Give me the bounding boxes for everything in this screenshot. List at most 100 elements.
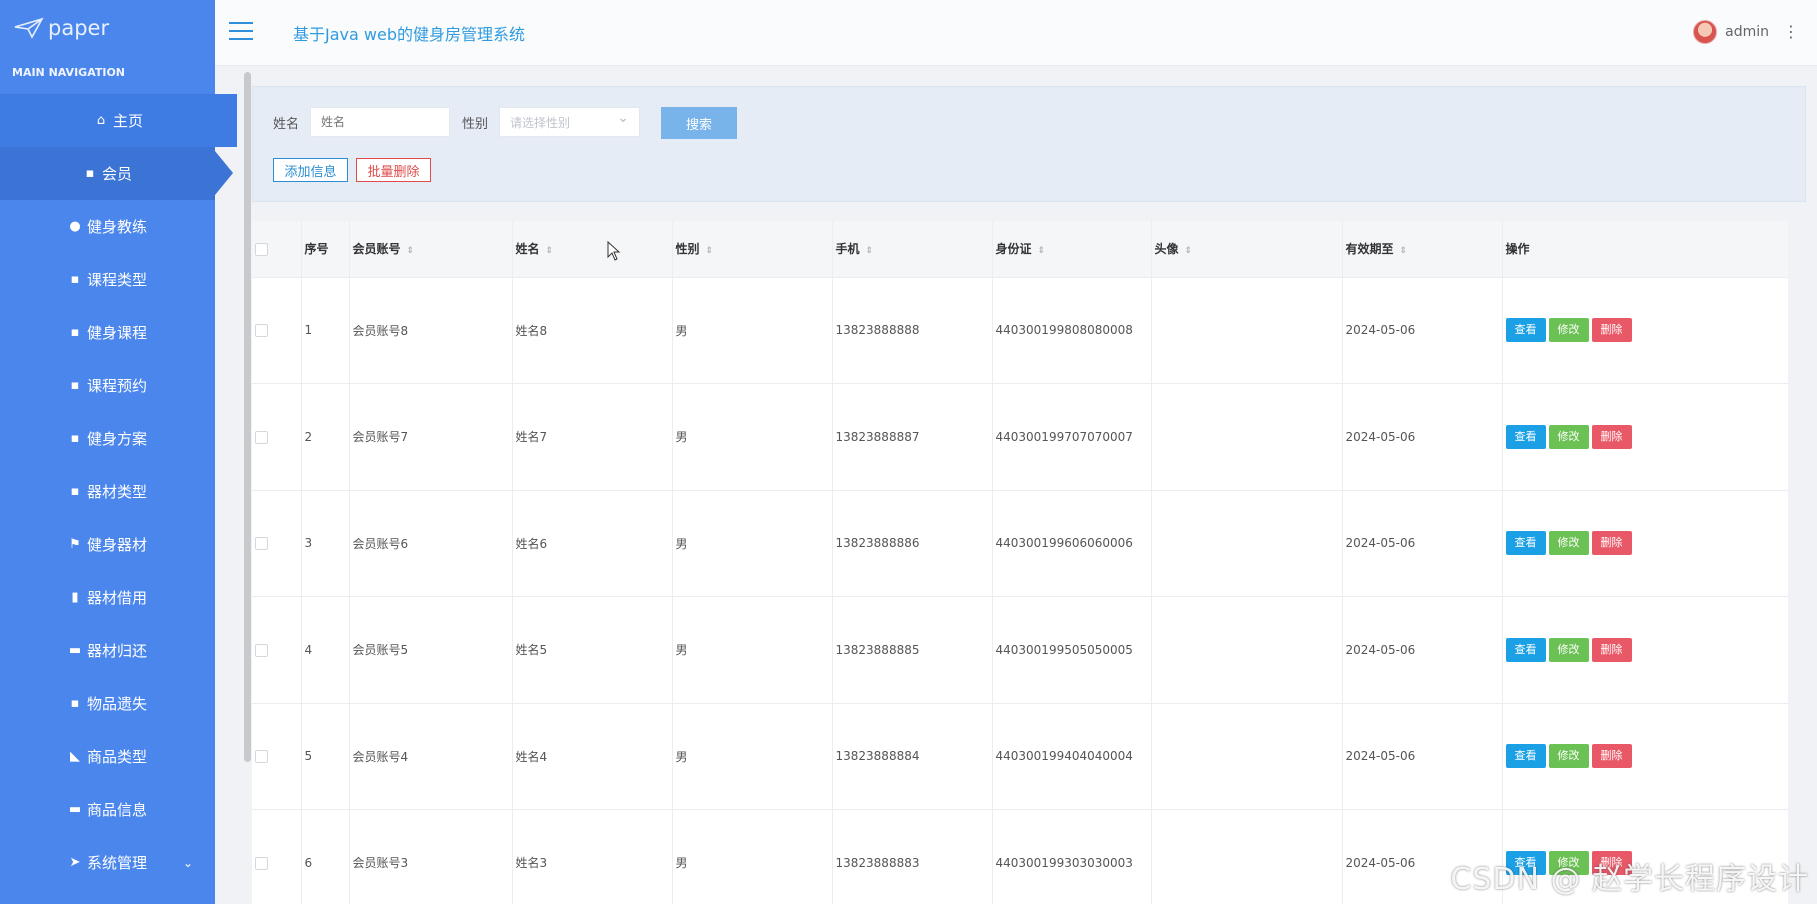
- sidebar-item-label: 商品信息: [86, 801, 147, 819]
- row-select-cell: [252, 383, 302, 491]
- avatar-cell: [1151, 277, 1343, 384]
- search-panel: 姓名 性别 请选择性别 搜索 添加信息 批量删除: [252, 86, 1806, 202]
- grid-icon: ▪: [70, 272, 80, 287]
- edit-button[interactable]: 修改: [1548, 531, 1589, 556]
- view-button[interactable]: 查看: [1505, 744, 1546, 769]
- expire-cell: 2024-05-06: [1342, 596, 1503, 704]
- id-card-cell: 440300199404040004: [992, 703, 1152, 810]
- sidebar-item-product-type[interactable]: ◣ 商品类型: [0, 730, 215, 783]
- gender-cell: 男: [672, 596, 833, 704]
- column-header-name[interactable]: 姓名 ⇕: [512, 221, 673, 278]
- column-header-account[interactable]: 会员账号 ⇕: [349, 221, 513, 278]
- sidebar-item-course-type[interactable]: ▪ 课程类型: [0, 253, 215, 306]
- table-row: 2 会员账号7 姓名7 男 13823888887 440300199707070007 2…: [252, 383, 1788, 491]
- thumbs-up-icon: ◣: [69, 749, 80, 764]
- logo[interactable]: paper: [0, 0, 215, 56]
- id-card-cell: 440300199303030003: [992, 809, 1152, 904]
- menu-toggle-icon[interactable]: [229, 22, 253, 42]
- view-button[interactable]: 查看: [1505, 424, 1546, 449]
- grid-icon: ▪: [70, 696, 80, 711]
- view-button[interactable]: 查看: [1505, 531, 1546, 556]
- edit-button[interactable]: 修改: [1548, 318, 1589, 343]
- sidebar-item-system[interactable]: ➤ 系统管理 ⌄: [0, 836, 215, 889]
- sidebar-item-coach[interactable]: ● 健身教练: [0, 200, 215, 253]
- column-header-gender[interactable]: 性别 ⇕: [672, 221, 833, 278]
- sidebar-item-member[interactable]: ▪ 会员: [0, 147, 233, 200]
- user-name[interactable]: admin: [1725, 24, 1769, 40]
- column-header-expire[interactable]: 有效期至 ⇕: [1342, 221, 1503, 278]
- sidebar-item-booking[interactable]: ▪ 课程预约: [0, 359, 215, 412]
- phone-cell: 13823888885: [832, 596, 993, 704]
- edit-button[interactable]: 修改: [1548, 637, 1589, 662]
- gender-cell: 男: [672, 383, 833, 491]
- name-input[interactable]: [310, 107, 450, 137]
- row-checkbox[interactable]: [255, 324, 268, 338]
- row-checkbox[interactable]: [255, 537, 268, 551]
- sidebar-item-plan[interactable]: ▪ 健身方案: [0, 412, 215, 465]
- phone-cell: 13823888887: [832, 383, 993, 491]
- row-checkbox[interactable]: [255, 750, 268, 764]
- delete-button[interactable]: 删除: [1591, 744, 1632, 769]
- sidebar-item-equipment-type[interactable]: ▪ 器材类型: [0, 465, 215, 518]
- delete-button[interactable]: 删除: [1591, 424, 1632, 449]
- edit-button[interactable]: 修改: [1548, 744, 1589, 769]
- sidebar-scrollbar[interactable]: [244, 72, 251, 762]
- sort-icon[interactable]: ⇕: [1185, 246, 1193, 256]
- logo-text: paper: [48, 16, 110, 40]
- sidebar-item-borrow[interactable]: ▮ 器材借用: [0, 571, 215, 624]
- gender-cell: 男: [672, 277, 833, 384]
- sidebar-item-course[interactable]: ▪ 健身课程: [0, 306, 215, 359]
- sort-icon[interactable]: ⇕: [546, 246, 554, 256]
- sidebar-item-return[interactable]: ▬ 器材归还: [0, 624, 215, 677]
- edit-button[interactable]: 修改: [1548, 424, 1589, 449]
- select-all-checkbox[interactable]: [255, 242, 268, 256]
- id-card-cell: 440300199505050005: [992, 596, 1152, 704]
- row-checkbox[interactable]: [255, 643, 268, 657]
- sidebar-item-home[interactable]: ⌂ 主页: [0, 94, 237, 147]
- account-cell: 会员账号3: [349, 809, 513, 904]
- user-menu[interactable]: admin ⋮: [1693, 20, 1799, 44]
- column-header-label: 序号: [304, 242, 329, 257]
- sidebar-item-label: 健身器材: [86, 536, 147, 554]
- sort-icon[interactable]: ⇕: [866, 246, 874, 256]
- more-vertical-icon[interactable]: ⋮: [1783, 24, 1799, 40]
- batch-delete-button[interactable]: 批量删除: [356, 158, 431, 182]
- row-select-cell: [252, 277, 302, 384]
- gender-select[interactable]: 请选择性别: [499, 107, 640, 137]
- row-checkbox[interactable]: [255, 856, 268, 870]
- search-button[interactable]: 搜索: [661, 107, 737, 139]
- column-header-avatar[interactable]: 头像 ⇕: [1151, 221, 1343, 278]
- add-button[interactable]: 添加信息: [273, 158, 348, 182]
- sidebar-item-lost[interactable]: ▪ 物品遗失: [0, 677, 215, 730]
- view-button[interactable]: 查看: [1505, 637, 1546, 662]
- column-header-id-card[interactable]: 身份证 ⇕: [992, 221, 1152, 278]
- no-cell: 2: [301, 383, 350, 491]
- avatar[interactable]: [1693, 20, 1718, 44]
- row-select-cell: [252, 596, 302, 704]
- sort-icon[interactable]: ⇕: [706, 246, 714, 256]
- row-checkbox[interactable]: [255, 430, 268, 444]
- sidebar-item-label: 器材归还: [86, 642, 147, 660]
- actions-cell: 查看 修改 删除: [1502, 490, 1788, 597]
- sidebar-item-product[interactable]: ▬ 商品信息: [0, 783, 215, 836]
- avatar-cell: [1151, 490, 1343, 597]
- column-header-label: 身份证: [995, 242, 1032, 257]
- expire-cell: 2024-05-06: [1342, 703, 1503, 810]
- sidebar-item-equipment[interactable]: ⚑ 健身器材: [0, 518, 215, 571]
- column-header-label: 操作: [1505, 242, 1530, 257]
- sidebar-item-label: 会员: [101, 165, 132, 183]
- delete-button[interactable]: 删除: [1591, 531, 1632, 556]
- column-header-phone[interactable]: 手机 ⇕: [832, 221, 993, 278]
- name-cell: 姓名7: [512, 383, 673, 491]
- column-header-label: 头像: [1154, 242, 1179, 257]
- sort-icon[interactable]: ⇕: [1400, 246, 1408, 256]
- expire-cell: 2024-05-06: [1342, 383, 1503, 491]
- sort-icon[interactable]: ⇕: [407, 246, 415, 256]
- sort-icon[interactable]: ⇕: [1038, 246, 1046, 256]
- delete-button[interactable]: 删除: [1591, 637, 1632, 662]
- sidebar-item-label: 课程类型: [86, 271, 147, 289]
- account-cell: 会员账号8: [349, 277, 513, 384]
- delete-button[interactable]: 删除: [1591, 318, 1632, 343]
- phone-cell: 13823888883: [832, 809, 993, 904]
- view-button[interactable]: 查看: [1505, 318, 1546, 343]
